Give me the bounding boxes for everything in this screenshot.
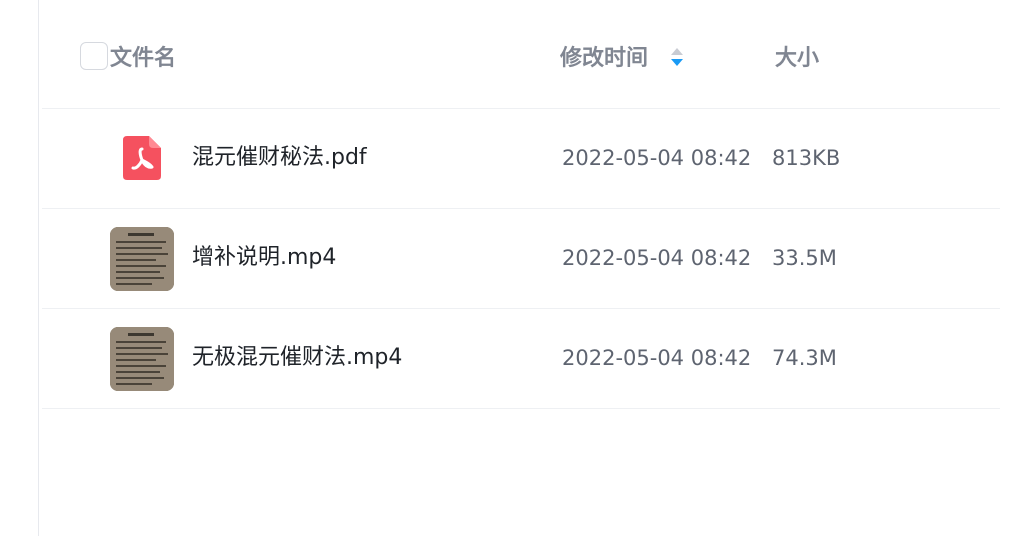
file-row[interactable]: 混元催财秘法.pdf 2022-05-04 08:42 813KB bbox=[42, 109, 1000, 209]
file-name[interactable]: 无极混元催财法.mp4 bbox=[192, 342, 402, 374]
file-name[interactable]: 增补说明.mp4 bbox=[192, 242, 336, 274]
file-list-header bbox=[42, 0, 1000, 109]
select-all-checkbox[interactable] bbox=[80, 42, 108, 70]
file-row[interactable]: 无极混元催财法.mp4 2022-05-04 08:42 74.3M bbox=[42, 309, 1000, 409]
column-header-name: 文件名 bbox=[110, 46, 177, 71]
video-thumbnail bbox=[110, 227, 174, 291]
file-modified-time: 2022-05-04 08:42 bbox=[562, 146, 752, 170]
file-modified-time: 2022-05-04 08:42 bbox=[562, 346, 752, 370]
file-size: 813KB bbox=[772, 146, 841, 170]
pdf-icon bbox=[123, 136, 161, 180]
file-modified-time: 2022-05-04 08:42 bbox=[562, 246, 752, 270]
file-size: 33.5M bbox=[772, 246, 837, 270]
file-row[interactable]: 增补说明.mp4 2022-05-04 08:42 33.5M bbox=[42, 209, 1000, 309]
file-size: 74.3M bbox=[772, 346, 837, 370]
column-header-size: 大小 bbox=[775, 46, 820, 71]
file-name[interactable]: 混元催财秘法.pdf bbox=[192, 142, 367, 174]
sort-icon[interactable] bbox=[668, 46, 686, 70]
video-thumbnail bbox=[110, 327, 174, 391]
left-divider bbox=[38, 0, 39, 536]
column-header-time[interactable]: 修改时间 bbox=[560, 44, 648, 74]
